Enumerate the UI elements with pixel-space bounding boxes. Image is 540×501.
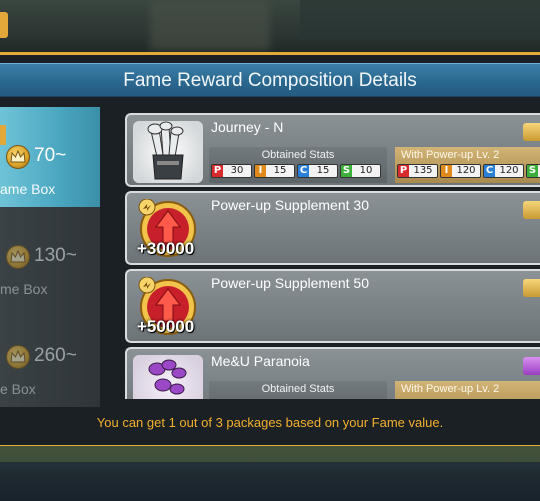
menu-corner-tab[interactable] xyxy=(0,12,8,38)
reward-card-supplement-50[interactable]: +50000 Power-up Supplement 50 xyxy=(125,269,540,343)
powerup-stats-label: With Power-up Lv. 2 xyxy=(401,149,500,161)
tier-score: 70~ xyxy=(34,145,67,166)
stat-spin: S 10 xyxy=(340,164,381,178)
rarity-tag xyxy=(523,357,540,375)
obtained-stats-panel: Obtained Stats xyxy=(209,381,387,399)
reward-card-journey[interactable]: Journey - N Obtained Stats P 30 I 15 C 15 S… xyxy=(125,113,540,187)
fame-reward-dialog: Fame Reward Composition Details 70~ ame … xyxy=(0,52,540,448)
powerup-stats-label: With Power-up Lv. 2 xyxy=(401,383,500,395)
rarity-tag xyxy=(523,123,540,141)
stat-impact: I 120 xyxy=(440,164,481,178)
tier-tab-130[interactable]: 130~ me Box xyxy=(0,207,100,307)
background-top xyxy=(0,0,540,58)
reward-name: Journey - N xyxy=(211,119,284,135)
stat-power: P 30 xyxy=(211,164,252,178)
reward-card-paranoia[interactable]: Me&U Paranoia Obtained Stats With Power-… xyxy=(125,347,540,399)
crown-icon xyxy=(6,245,30,269)
tier-tab-70[interactable]: 70~ ame Box xyxy=(0,107,100,207)
supplement-bonus: +50000 xyxy=(137,317,195,336)
tier-score: 130~ xyxy=(34,245,77,266)
tier-tab-260[interactable]: 260~ e Box xyxy=(0,307,100,407)
reward-card-supplement-30[interactable]: +30000 Power-up Supplement 30 xyxy=(125,191,540,265)
tier-edge-marker xyxy=(0,125,6,145)
stat-spin: S xyxy=(526,164,540,178)
reward-name: Power-up Supplement 50 xyxy=(211,275,369,291)
powerup-stats-panel: With Power-up Lv. 2 xyxy=(395,381,540,399)
tier-box-label: ame Box xyxy=(0,181,56,197)
rarity-tag xyxy=(523,201,540,219)
supplement-bonus: +30000 xyxy=(137,239,195,258)
tier-score: 260~ xyxy=(34,345,77,366)
background-decoration xyxy=(300,0,540,40)
rarity-tag xyxy=(523,279,540,297)
stat-power: P 135 xyxy=(397,164,438,178)
reward-list[interactable]: Journey - N Obtained Stats P 30 I 15 C 15 S… xyxy=(122,111,540,399)
fame-tier-sidebar: 70~ ame Box 130~ me Box 260~ e Box xyxy=(0,107,100,407)
stat-control: C 120 xyxy=(483,164,524,178)
background-bottom xyxy=(0,446,540,501)
golf-club-set-icon xyxy=(133,355,203,399)
dialog-header: Fame Reward Composition Details xyxy=(0,63,540,97)
obtained-stats-panel: Obtained Stats P 30 I 15 C 15 S 10 xyxy=(209,147,387,183)
stat-impact: I 15 xyxy=(254,164,295,178)
background-decoration xyxy=(0,446,540,462)
power-up-supplement-icon: +50000 xyxy=(133,276,203,339)
footer-message: You can get 1 out of 3 packages based on… xyxy=(96,415,444,430)
background-decoration xyxy=(150,0,270,50)
power-up-supplement-icon: +30000 xyxy=(133,198,203,261)
reward-name: Me&U Paranoia xyxy=(211,353,310,369)
reward-name: Power-up Supplement 30 xyxy=(211,197,369,213)
powerup-stats-panel: With Power-up Lv. 2 P 135 I 120 C 120 S xyxy=(395,147,540,183)
background-decoration xyxy=(0,462,540,468)
dialog-title: Fame Reward Composition Details xyxy=(123,70,417,91)
obtained-stats-label: Obtained Stats xyxy=(261,383,335,395)
golf-club-set-icon xyxy=(133,121,203,183)
obtained-stats-label: Obtained Stats xyxy=(261,149,335,161)
tier-box-label: e Box xyxy=(0,381,36,397)
tier-box-label: me Box xyxy=(0,281,48,297)
crown-icon xyxy=(6,345,30,369)
stat-control: C 15 xyxy=(297,164,338,178)
crown-icon xyxy=(6,145,30,169)
